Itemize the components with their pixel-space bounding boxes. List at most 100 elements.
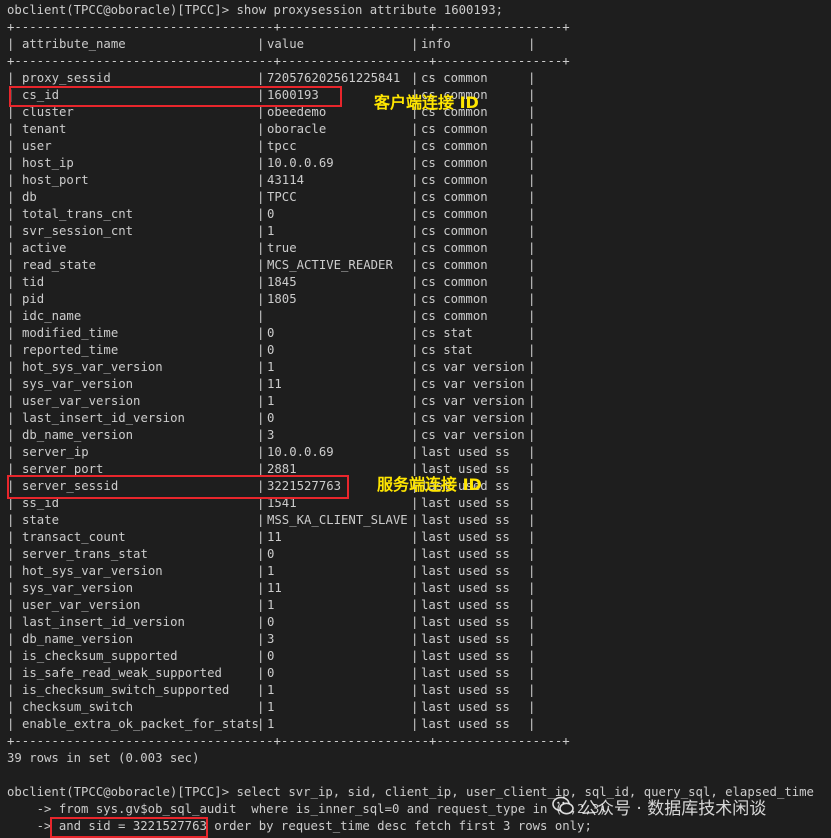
row-value: 11 — [267, 377, 282, 391]
column-separator: | — [257, 207, 265, 221]
table-row: | hot_sys_var_version | 1 | cs var version | — [7, 359, 567, 376]
row-value: 10.0.0.69 — [267, 156, 334, 170]
column-separator: | — [528, 428, 536, 442]
table-row: | transact_count | 11 | last used ss | — [7, 529, 567, 546]
row-info: last used ss — [421, 547, 510, 561]
table-row: | enable_extra_ok_packet_for_stats | 1 | last… — [7, 716, 567, 733]
table-row: | active | true | cs common | — [7, 240, 567, 257]
command-line: obclient(TPCC@oboracle)[TPCC]> show prox… — [7, 3, 504, 17]
column-separator: | — [411, 173, 419, 187]
row-value: 0 — [267, 649, 275, 663]
column-separator: | — [7, 445, 15, 459]
column-separator: | — [528, 71, 536, 85]
column-separator: | — [411, 581, 419, 595]
table-row: | last_insert_id_version | 0 | cs var version… — [7, 410, 567, 427]
row-attribute-name: read_state — [22, 258, 97, 272]
column-separator: | — [257, 190, 265, 204]
column-separator: | — [257, 241, 265, 255]
table-row: | hot_sys_var_version | 1 | last used ss | — [7, 563, 567, 580]
column-separator: | — [257, 156, 265, 170]
column-separator: | — [528, 547, 536, 561]
column-separator: | — [528, 666, 536, 680]
table-row: | server_port | 2881 | last used ss | — [7, 461, 567, 478]
table-row: | pid | 1805 | cs common | — [7, 291, 567, 308]
column-separator: | — [411, 445, 419, 459]
row-attribute-name: user_var_version — [22, 598, 141, 612]
column-separator: | — [528, 122, 536, 136]
table-row: | tid | 1845 | cs common | — [7, 274, 567, 291]
column-header-value: value — [267, 37, 305, 51]
table-row: | user_var_version | 1 | cs var version | — [7, 393, 567, 410]
column-separator: | — [7, 139, 15, 153]
row-attribute-name: hot_sys_var_version — [22, 564, 163, 578]
column-separator: | — [7, 496, 15, 510]
column-separator: | — [411, 360, 419, 374]
server-id-annotation: 服务端连接 ID — [377, 475, 482, 494]
row-attribute-name: last_insert_id_version — [22, 411, 185, 425]
row-info: cs common — [421, 292, 488, 306]
row-value: MCS_ACTIVE_READER — [267, 258, 393, 272]
row-info: last used ss — [421, 700, 510, 714]
column-separator: | — [411, 394, 419, 408]
column-separator: | — [257, 411, 265, 425]
row-info: cs common — [421, 207, 488, 221]
row-value: 1845 — [267, 275, 297, 289]
column-separator: | — [528, 377, 536, 391]
row-attribute-name: active — [22, 241, 67, 255]
table-row: | db_name_version | 3 | cs var version | — [7, 427, 567, 444]
row-info: last used ss — [421, 632, 510, 646]
column-separator: | — [257, 394, 265, 408]
column-separator: | — [7, 666, 15, 680]
row-value: 1 — [267, 564, 275, 578]
client-id-annotation: 客户端连接 ID — [374, 93, 479, 112]
table-row: | tenant | oboracle | cs common | — [7, 121, 567, 138]
column-separator: | — [528, 207, 536, 221]
wechat-icon — [552, 796, 574, 816]
row-attribute-name: is_safe_read_weak_supported — [22, 666, 222, 680]
column-separator: | — [7, 377, 15, 391]
row-info: last used ss — [421, 445, 510, 459]
row-attribute-name: last_insert_id_version — [22, 615, 185, 629]
column-separator: | — [411, 598, 419, 612]
row-value: 11 — [267, 530, 282, 544]
column-separator: | — [528, 309, 536, 323]
row-attribute-name: user — [22, 139, 52, 153]
column-separator: | — [7, 88, 15, 102]
row-info: last used ss — [421, 615, 510, 629]
terminal-window[interactable]: obclient(TPCC@oboracle)[TPCC]> show prox… — [0, 0, 831, 838]
result-summary: 39 rows in set (0.003 sec) — [7, 751, 200, 765]
column-separator: | — [257, 462, 265, 476]
row-info: last used ss — [421, 717, 510, 731]
column-separator: | — [411, 224, 419, 238]
row-info: last used ss — [421, 581, 510, 595]
column-separator: | — [411, 275, 419, 289]
column-header-attribute-name: attribute_name — [22, 37, 126, 51]
column-separator: | — [528, 581, 536, 595]
column-separator: | — [528, 139, 536, 153]
row-value: 1 — [267, 224, 275, 238]
row-attribute-name: enable_extra_ok_packet_for_stats — [22, 717, 259, 731]
row-value: 3 — [267, 632, 275, 646]
column-separator: | — [257, 275, 265, 289]
column-separator: | — [257, 309, 265, 323]
row-value: 1 — [267, 700, 275, 714]
watermark-text: 公众号 · 数据库技术闲谈 — [580, 798, 767, 819]
row-info: last used ss — [421, 683, 510, 697]
query-line-2: -> from sys.gv$ob_sql_audit where is_inn… — [7, 802, 607, 816]
table-row: | state | MSS_KA_CLIENT_SLAVE | last used ss | — [7, 512, 567, 529]
column-separator: | — [257, 326, 265, 340]
row-info: last used ss — [421, 496, 510, 510]
column-separator: | — [528, 598, 536, 612]
column-separator: | — [411, 309, 419, 323]
column-separator: | — [257, 547, 265, 561]
column-separator: | — [7, 156, 15, 170]
row-info: cs stat — [421, 343, 473, 357]
table-border-mid: +-----------------------------------+---… — [7, 54, 570, 68]
row-value: 0 — [267, 547, 275, 561]
row-info: cs var version — [421, 360, 525, 374]
column-separator: | — [257, 666, 265, 680]
column-separator: | — [528, 88, 536, 102]
row-value: true — [267, 241, 297, 255]
row-attribute-name: host_port — [22, 173, 89, 187]
row-attribute-name: total_trans_cnt — [22, 207, 134, 221]
